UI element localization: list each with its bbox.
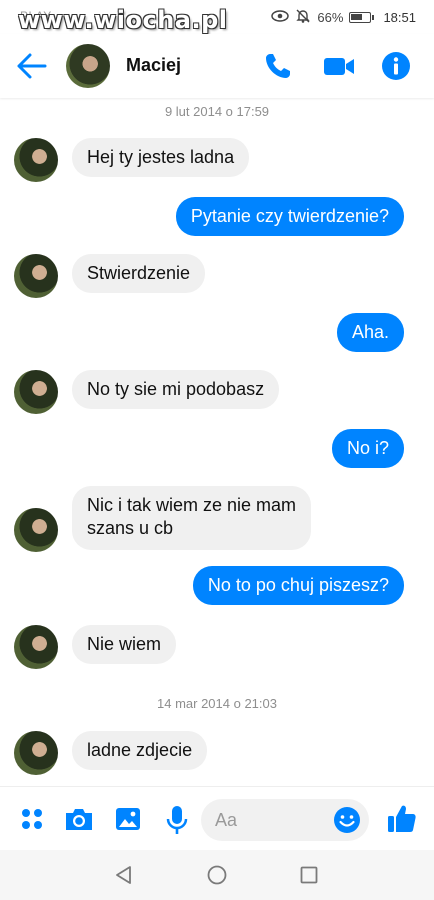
gallery-icon[interactable] — [114, 805, 142, 833]
message-input[interactable]: Aa — [201, 799, 369, 841]
message-incoming[interactable]: Hej ty jestes ladna — [72, 138, 250, 177]
mute-bell-icon — [295, 8, 311, 27]
battery-icon — [349, 12, 375, 23]
message-incoming[interactable]: No ty sie mi podobasz — [72, 370, 280, 409]
message-incoming[interactable]: ladne zdjecie — [72, 731, 208, 770]
chat-header: Maciej — [0, 34, 434, 98]
composer-bar: Aa — [0, 786, 434, 851]
sender-avatar[interactable] — [14, 731, 58, 775]
message-incoming[interactable]: Nie wiem — [72, 625, 177, 664]
timestamp: 9 lut 2014 o 17:59 — [164, 104, 270, 119]
eye-icon — [271, 10, 290, 25]
emoji-icon[interactable] — [333, 806, 361, 839]
timestamp: 14 mar 2014 o 21:03 — [157, 696, 277, 711]
microphone-icon[interactable] — [163, 805, 191, 834]
sender-avatar[interactable] — [14, 508, 58, 552]
thumbs-up-icon[interactable] — [386, 803, 416, 832]
home-circle-icon[interactable] — [206, 864, 228, 886]
sender-avatar[interactable] — [14, 370, 58, 414]
message-incoming[interactable]: Stwierdzenie — [72, 254, 206, 293]
sender-avatar[interactable] — [14, 138, 58, 182]
apps-dots-icon[interactable] — [18, 805, 46, 833]
sender-avatar[interactable] — [14, 625, 58, 669]
status-icons: 66% 18:51 — [271, 8, 416, 27]
message-outgoing[interactable]: Aha. — [336, 313, 404, 352]
camera-icon[interactable] — [64, 805, 92, 833]
message-outgoing[interactable]: Pytanie czy twierdzenie? — [175, 197, 404, 236]
message-input-placeholder: Aa — [215, 810, 238, 830]
phone-icon[interactable] — [262, 50, 294, 82]
clock: 18:51 — [383, 10, 416, 25]
sender-avatar[interactable] — [14, 254, 58, 298]
message-incoming[interactable]: Nic i tak wiem ze nie mam szans u cb — [72, 486, 312, 550]
watermark: www.wiocha.pl — [18, 6, 228, 34]
battery-percent: 66% — [317, 10, 344, 25]
back-arrow-icon[interactable] — [16, 52, 48, 80]
contact-name[interactable]: Maciej — [126, 55, 181, 76]
recents-square-icon[interactable] — [298, 864, 320, 886]
system-nav-bar — [0, 850, 434, 900]
message-outgoing[interactable]: No i? — [331, 429, 404, 468]
contact-avatar[interactable] — [66, 44, 110, 88]
info-icon[interactable] — [380, 50, 412, 82]
video-camera-icon[interactable] — [322, 50, 354, 82]
message-outgoing[interactable]: No to po chuj piszesz? — [192, 566, 404, 605]
back-triangle-icon[interactable] — [113, 864, 135, 886]
status-bar: PLAY www.wiocha.pl 66% 18:51 — [0, 0, 434, 34]
